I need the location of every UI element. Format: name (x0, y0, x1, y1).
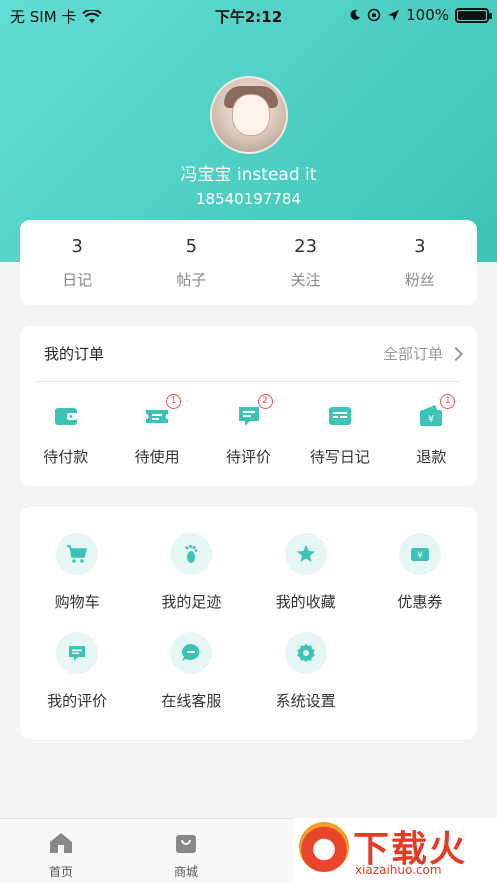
watermark-site: xiazaihuo.com (355, 863, 442, 877)
stat-label: 关注 (290, 271, 321, 289)
service-coupons[interactable]: ¥ 优惠券 (363, 533, 477, 612)
home-icon (50, 833, 72, 853)
diary-icon (326, 402, 354, 430)
stat-value: 23 (294, 236, 318, 257)
gear-icon (284, 632, 327, 674)
svg-text:¥: ¥ (428, 414, 434, 425)
stat-posts[interactable]: 5 帖子 (134, 220, 248, 305)
service-customer-support[interactable]: 在线客服 (134, 632, 248, 711)
service-my-reviews[interactable]: 我的评价 (20, 632, 134, 711)
coupon-icon: ¥ (398, 533, 441, 575)
tab-label: 商城 (173, 865, 198, 879)
star-icon (284, 533, 327, 575)
chat-icon (170, 632, 213, 674)
stat-following[interactable]: 23 关注 (249, 220, 363, 305)
orders-header: 我的订单 全部订单 (36, 326, 464, 382)
comment-icon: 2 (235, 394, 273, 430)
stat-label: 粉丝 (404, 271, 435, 289)
footprint-icon (170, 533, 213, 575)
service-label: 优惠券 (397, 593, 443, 611)
refund-icon: ¥ 1 (417, 394, 456, 430)
username: 冯宝宝 instead it (180, 165, 317, 185)
all-orders-label: 全部订单 (382, 345, 443, 363)
service-label: 我的评价 (47, 692, 108, 710)
rotation-lock-icon (367, 8, 381, 22)
orders-title: 我的订单 (44, 345, 105, 363)
ticket-icon: 1 (143, 394, 182, 430)
order-to-use[interactable]: 1 待使用 (111, 394, 202, 467)
bag-icon (176, 835, 196, 853)
service-label: 我的足迹 (161, 593, 222, 611)
phone-number: 18540197784 (196, 190, 301, 208)
battery-icon (455, 7, 492, 23)
order-pending-payment[interactable]: 待付款 (20, 402, 111, 467)
stats-card: 3 日记 5 帖子 23 关注 3 粉丝 (20, 220, 477, 305)
service-label: 系统设置 (275, 692, 336, 710)
status-bar: 无 SIM 卡 下午2:12 100% (0, 0, 497, 30)
svg-text:¥: ¥ (417, 551, 423, 561)
service-settings[interactable]: 系统设置 (249, 632, 363, 711)
wallet-icon (52, 402, 80, 430)
order-refund[interactable]: ¥ 1 退款 (386, 394, 477, 467)
flame-logo-icon (299, 822, 349, 872)
stat-value: 3 (71, 236, 83, 257)
stat-followers[interactable]: 3 粉丝 (363, 220, 477, 305)
battery-percent: 100% (406, 6, 449, 24)
order-to-review[interactable]: 2 待评价 (203, 394, 294, 467)
watermark-logo: 下载火 xiazaihuo.com (293, 818, 497, 883)
order-label: 待写日记 (309, 448, 370, 466)
service-label: 我的收藏 (275, 593, 336, 611)
order-to-write-diary[interactable]: 待写日记 (294, 402, 385, 467)
chevron-right-icon (448, 346, 464, 361)
moon-icon (350, 9, 361, 20)
avatar[interactable] (210, 76, 288, 154)
order-label: 退款 (416, 448, 447, 466)
badge-count: 1 (440, 394, 456, 409)
stat-value: 5 (185, 236, 198, 257)
review-icon (56, 632, 99, 674)
badge-count: 1 (166, 394, 182, 409)
cart-icon (56, 533, 99, 575)
order-label: 待评价 (226, 448, 272, 466)
tab-home[interactable]: 首页 (31, 831, 91, 880)
services-card: 购物车 我的足迹 我的收藏 ¥ 优惠券 我的评价 在线客服 系统设置 (20, 507, 477, 739)
all-orders-link[interactable]: 全部订单 (382, 343, 464, 364)
service-label: 在线客服 (161, 692, 222, 710)
tab-mall[interactable]: 商城 (156, 831, 216, 880)
stat-value: 3 (414, 236, 426, 257)
order-label: 待使用 (134, 448, 180, 466)
location-icon (388, 9, 400, 21)
stat-diary[interactable]: 3 日记 (20, 220, 134, 305)
service-footprint[interactable]: 我的足迹 (134, 533, 248, 612)
service-cart[interactable]: 购物车 (20, 533, 134, 612)
order-label: 待付款 (43, 448, 89, 466)
badge-count: 2 (257, 394, 273, 409)
orders-card: 我的订单 全部订单 待付款 1 待使用 2 待评价 待写日记 ¥ 1 退款 (20, 326, 477, 486)
service-favorites[interactable]: 我的收藏 (249, 533, 363, 612)
tab-label: 首页 (48, 865, 73, 879)
stat-label: 日记 (62, 271, 93, 289)
service-label: 购物车 (54, 593, 100, 611)
stat-label: 帖子 (176, 271, 207, 289)
